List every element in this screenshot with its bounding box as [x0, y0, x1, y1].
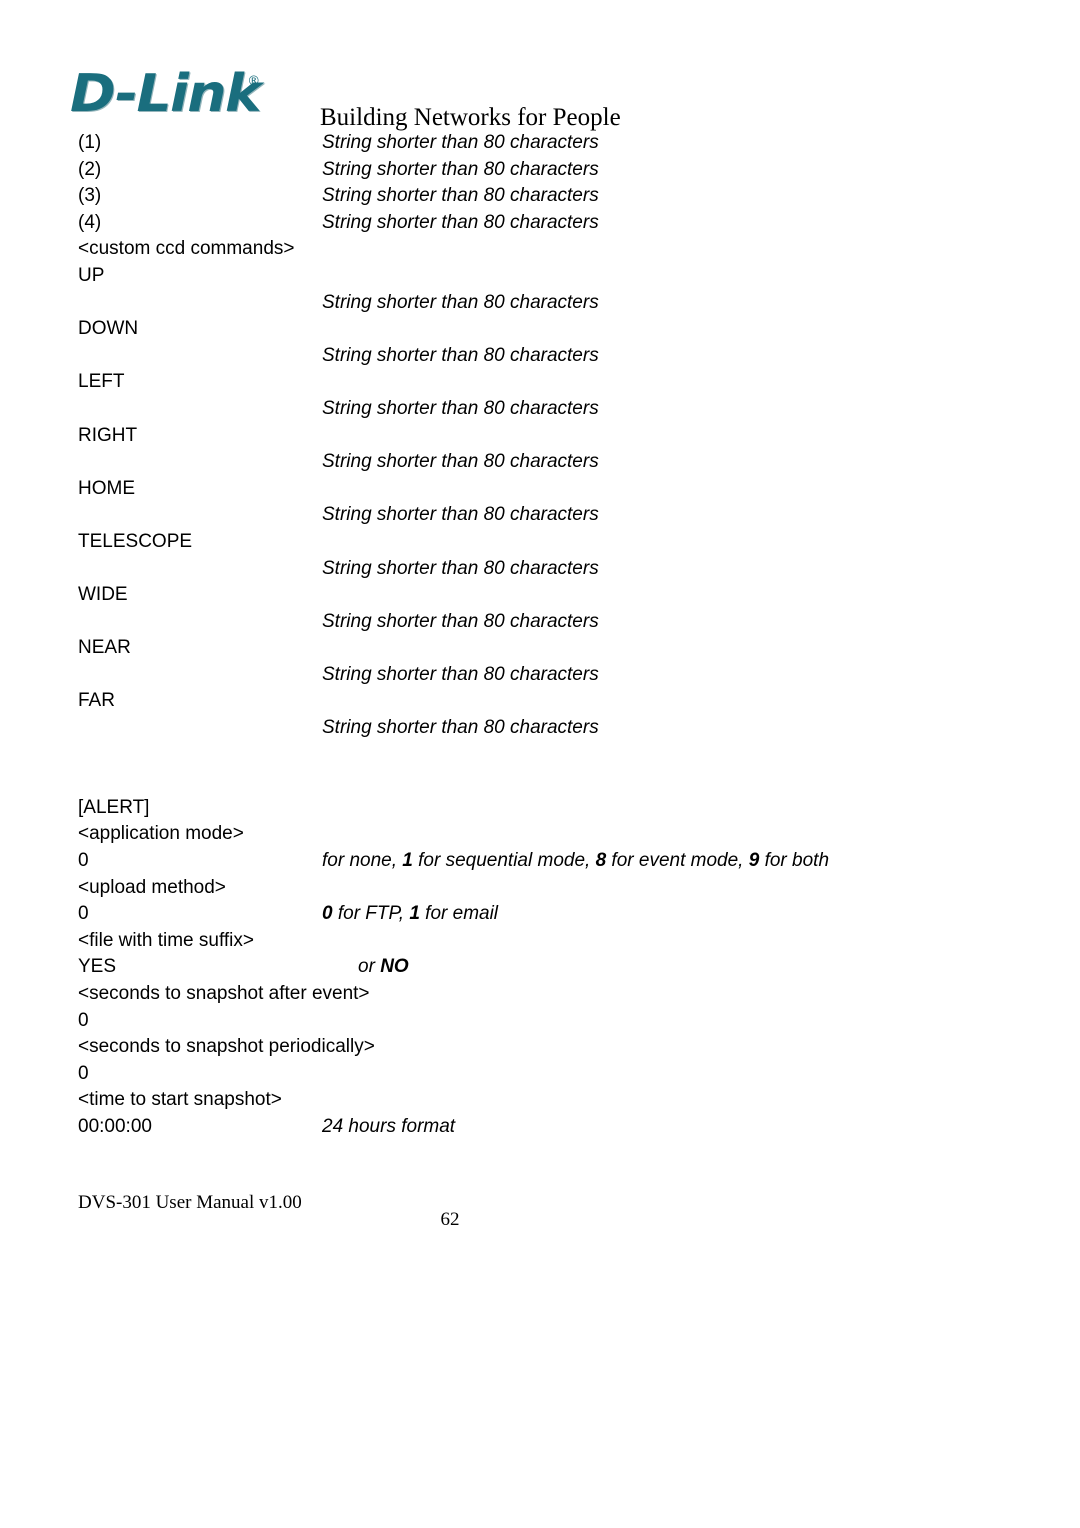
- command-row-label: DOWN: [0, 316, 1080, 343]
- alert-param-name: <application mode>: [78, 823, 244, 845]
- command-label: RIGHT: [78, 424, 138, 446]
- row-description: String shorter than 80 characters: [322, 158, 599, 180]
- row-label: (4): [78, 211, 102, 233]
- alert-param-row: <application mode>: [0, 821, 1080, 848]
- command-description: String shorter than 80 characters: [322, 663, 599, 685]
- alert-value: 00:00:00: [78, 1115, 152, 1137]
- table-row: (4) String shorter than 80 characters: [0, 210, 1080, 237]
- command-description: String shorter than 80 characters: [322, 397, 599, 419]
- table-row: (1) String shorter than 80 characters: [0, 130, 1080, 157]
- command-label: TELESCOPE: [78, 530, 193, 552]
- command-row-description: String shorter than 80 characters: [0, 556, 1080, 583]
- command-label: UP: [78, 264, 105, 286]
- alert-param-row: <file with time suffix>: [0, 928, 1080, 955]
- row-description: String shorter than 80 characters: [322, 185, 599, 207]
- row-label: (1): [78, 132, 102, 153]
- document-page: D-Link® Building Networks for People (1)…: [0, 0, 1080, 1528]
- row-description: String shorter than 80 characters: [322, 211, 599, 233]
- command-row-label: RIGHT: [0, 423, 1080, 450]
- alert-value: 0: [78, 1062, 89, 1084]
- page-header: D-Link® Building Networks for People: [70, 68, 1010, 136]
- row-label: (3): [78, 185, 102, 207]
- alert-value: 0: [78, 850, 89, 872]
- command-row-description: String shorter than 80 characters: [0, 502, 1080, 529]
- alert-value-row: 00:00:00 24 hours format: [0, 1114, 1080, 1141]
- alert-value-row: 0 for none, 1 for sequential mode, 8 for…: [0, 848, 1080, 875]
- command-description: String shorter than 80 characters: [322, 291, 599, 313]
- alert-value: YES: [78, 956, 117, 978]
- command-row-label: HOME: [0, 476, 1080, 503]
- alert-param-name: <upload method>: [78, 876, 226, 898]
- command-description: String shorter than 80 characters: [322, 557, 599, 579]
- alert-param-name: <time to start snapshot>: [78, 1089, 282, 1111]
- alert-description: 24 hours format: [322, 1115, 456, 1137]
- table-row: (2) String shorter than 80 characters: [0, 157, 1080, 184]
- alert-description: for none, 1 for sequential mode, 8 for e…: [322, 850, 830, 872]
- command-description: String shorter than 80 characters: [322, 344, 599, 366]
- registered-trademark-icon: ®: [247, 73, 261, 89]
- command-label: FAR: [78, 690, 115, 712]
- alert-param-row: <seconds to snapshot after event>: [0, 981, 1080, 1008]
- section-header-label: [ALERT]: [78, 796, 150, 818]
- dlink-tagline: Building Networks for People: [320, 104, 621, 131]
- command-row-description: String shorter than 80 characters: [0, 343, 1080, 370]
- command-row-label: UP: [0, 263, 1080, 290]
- command-description: String shorter than 80 characters: [322, 451, 599, 473]
- command-row-description: String shorter than 80 characters: [0, 290, 1080, 317]
- alert-value: 0: [78, 1009, 89, 1031]
- command-row-description: String shorter than 80 characters: [0, 609, 1080, 636]
- footer-page-number: 62: [440, 1209, 460, 1230]
- alert-param-row: <time to start snapshot>: [0, 1087, 1080, 1114]
- section-header-alert: [ALERT]: [0, 795, 1080, 822]
- command-label: DOWN: [78, 318, 139, 340]
- alert-value-row: 0: [0, 1008, 1080, 1035]
- alert-value-row: 0: [0, 1061, 1080, 1088]
- command-row-label: WIDE: [0, 582, 1080, 609]
- alert-param-name: <seconds to snapshot periodically>: [78, 1036, 375, 1058]
- command-label: HOME: [78, 477, 135, 499]
- command-description: String shorter than 80 characters: [322, 610, 599, 632]
- alert-value-row: YES or NO: [0, 954, 1080, 981]
- alert-description: or NO: [358, 956, 409, 978]
- alert-value: 0: [78, 903, 89, 925]
- command-row-label: FAR: [0, 688, 1080, 715]
- dlink-logo-wordmark: D-Link: [70, 64, 262, 124]
- command-row-description: String shorter than 80 characters: [0, 396, 1080, 423]
- document-body: (1) String shorter than 80 characters (2…: [0, 130, 1080, 1141]
- alert-param-row: <seconds to snapshot periodically>: [0, 1034, 1080, 1061]
- row-label: (2): [78, 158, 102, 180]
- command-description: String shorter than 80 characters: [322, 717, 599, 739]
- alert-param-row: <upload method>: [0, 875, 1080, 902]
- row-description: String shorter than 80 characters: [322, 132, 599, 153]
- section-header-custom-ccd: <custom ccd commands>: [0, 236, 1080, 263]
- alert-param-name: <seconds to snapshot after event>: [78, 983, 370, 1004]
- command-label: LEFT: [78, 371, 125, 393]
- command-row-label: LEFT: [0, 369, 1080, 396]
- dlink-logo: D-Link®: [70, 68, 262, 120]
- command-row-label: TELESCOPE: [0, 529, 1080, 556]
- command-description: String shorter than 80 characters: [322, 504, 599, 526]
- alert-description: 0 for FTP, 1 for email: [322, 903, 499, 925]
- alert-value-row: 0 0 for FTP, 1 for email: [0, 901, 1080, 928]
- command-label: NEAR: [78, 637, 131, 659]
- command-row-description: String shorter than 80 characters: [0, 662, 1080, 689]
- alert-param-name: <file with time suffix>: [78, 929, 255, 951]
- command-label: WIDE: [78, 584, 128, 606]
- command-row-description: String shorter than 80 characters: [0, 449, 1080, 476]
- command-row-description: String shorter than 80 characters: [0, 715, 1080, 742]
- command-row-label: NEAR: [0, 635, 1080, 662]
- table-row: (3) String shorter than 80 characters: [0, 183, 1080, 210]
- section-header-label: <custom ccd commands>: [78, 238, 295, 260]
